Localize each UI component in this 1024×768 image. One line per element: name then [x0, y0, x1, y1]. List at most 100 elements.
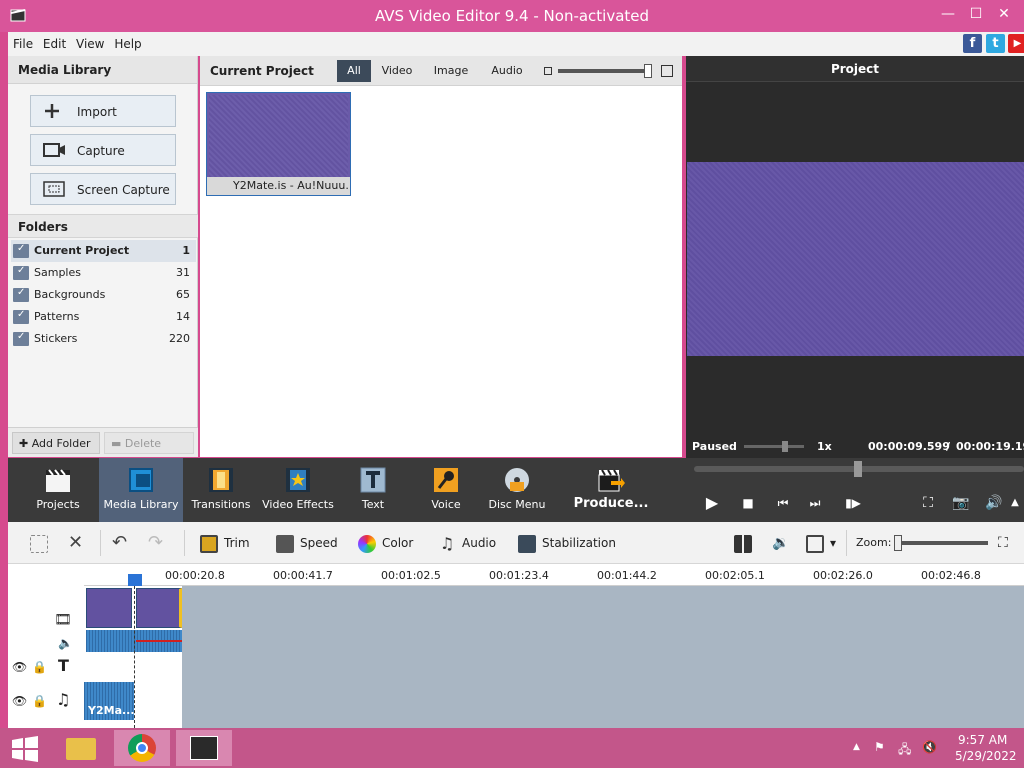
- tool-projects[interactable]: Projects: [18, 458, 98, 522]
- add-folder-button[interactable]: ✚ Add Folder: [12, 432, 100, 454]
- seek-handle[interactable]: [854, 461, 862, 477]
- play-button[interactable]: ▶: [701, 492, 723, 514]
- maximize-button[interactable]: ☐: [962, 4, 990, 24]
- filter-all-tab[interactable]: All: [337, 60, 371, 82]
- minimize-button[interactable]: —: [934, 4, 962, 24]
- mute-icon[interactable]: 🔈: [58, 636, 73, 650]
- tool-produce[interactable]: Produce...: [571, 458, 651, 522]
- twitter-icon[interactable]: t: [986, 34, 1005, 53]
- frame-step-icon[interactable]: ▮▶: [842, 492, 864, 514]
- total-time: 00:00:19.199: [956, 440, 1024, 453]
- menu-edit[interactable]: Edit: [40, 32, 69, 51]
- clock-time[interactable]: 9:57 AM: [958, 733, 1007, 747]
- clock-date[interactable]: 5/29/2022: [955, 749, 1017, 763]
- trim-button[interactable]: Trim: [200, 533, 250, 553]
- tool-media-library[interactable]: Media Library: [99, 458, 183, 522]
- eye-icon[interactable]: 👁: [12, 660, 27, 674]
- video-clip[interactable]: [86, 588, 132, 628]
- volume-slider[interactable]: [744, 441, 804, 452]
- thumb-large-icon[interactable]: [661, 65, 673, 77]
- speed-button[interactable]: Speed: [276, 533, 338, 553]
- ruler-tick: 00:02:46.8: [921, 569, 981, 582]
- zoom-handle[interactable]: [894, 535, 902, 551]
- video-track-icon: 🎞: [54, 612, 72, 628]
- redo-icon[interactable]: ↷: [148, 533, 163, 553]
- folder-current-project[interactable]: Current Project 1: [11, 240, 196, 262]
- storyboard-view-icon[interactable]: [30, 533, 54, 553]
- youtube-icon[interactable]: ▶: [1008, 34, 1024, 53]
- timeline-tracks[interactable]: Y2Ma...: [84, 586, 1024, 728]
- trim-icon: [200, 534, 218, 553]
- video-effects-icon: [286, 468, 310, 492]
- stabilization-label: Stabilization: [542, 536, 616, 550]
- tray-show-hidden-icon[interactable]: ▲: [853, 742, 860, 752]
- tool-text[interactable]: Text: [333, 458, 413, 522]
- color-button[interactable]: Color: [358, 533, 413, 553]
- fit-timeline-icon[interactable]: ⛶: [998, 533, 1008, 553]
- undo-icon[interactable]: ↶: [112, 533, 127, 553]
- folder-count: 220: [169, 332, 190, 345]
- windows-start-icon[interactable]: [0, 730, 50, 766]
- menu-file[interactable]: File: [10, 32, 36, 51]
- eye-icon[interactable]: 👁: [12, 694, 27, 708]
- playhead-marker[interactable]: [128, 574, 142, 586]
- screen-capture-icon: [43, 181, 65, 197]
- video-clip[interactable]: [136, 588, 182, 628]
- stop-button[interactable]: ■: [737, 492, 759, 514]
- capture-button[interactable]: Capture: [30, 134, 176, 166]
- folder-icon: [13, 331, 29, 346]
- seek-bar[interactable]: [694, 461, 1024, 477]
- folder-icon: [13, 287, 29, 302]
- snapshot-camera-icon[interactable]: 📷: [950, 492, 972, 514]
- menu-view[interactable]: View: [73, 32, 107, 51]
- zoom-slider[interactable]: [894, 535, 988, 551]
- tool-voice[interactable]: Voice: [406, 458, 486, 522]
- previous-frame-button[interactable]: ⏮: [772, 492, 794, 514]
- folder-backgrounds[interactable]: Backgrounds 65: [11, 284, 196, 306]
- lock-icon[interactable]: 🔒: [32, 694, 47, 708]
- lock-icon[interactable]: 🔒: [32, 660, 47, 674]
- playback-speed[interactable]: 1x: [817, 440, 832, 453]
- thumb-size-slider[interactable]: [558, 64, 652, 78]
- file-explorer-icon[interactable]: [52, 730, 108, 766]
- avs-taskbar-icon[interactable]: [176, 730, 232, 766]
- speaker-muted-icon[interactable]: 🔇: [922, 740, 937, 754]
- filter-video-tab[interactable]: Video: [376, 60, 418, 82]
- delete-folder-button[interactable]: ▬ Delete Folder: [104, 432, 194, 472]
- thumb-size-handle[interactable]: [644, 64, 652, 78]
- filter-audio-tab[interactable]: Audio: [486, 60, 528, 82]
- folder-patterns[interactable]: Patterns 14: [11, 306, 196, 328]
- edit-toolbar: ✕ ↶ ↷ Trim Speed Color ♫ Audio Stabilizat…: [8, 522, 1024, 564]
- stabilization-button[interactable]: Stabilization: [518, 533, 616, 553]
- network-icon[interactable]: 🖧: [898, 740, 911, 761]
- filter-image-tab[interactable]: Image: [428, 60, 474, 82]
- import-button[interactable]: Import: [30, 95, 176, 127]
- more-arrow-icon[interactable]: ▲: [1008, 492, 1022, 514]
- tool-disc-menu[interactable]: Disc Menu: [477, 458, 557, 522]
- audio-mixer-icon[interactable]: 🔉: [772, 533, 789, 553]
- tool-video-effects[interactable]: Video Effects: [258, 458, 338, 522]
- close-button[interactable]: ✕: [990, 4, 1018, 24]
- aspect-ratio-dropdown[interactable]: ▾: [806, 533, 836, 553]
- tool-transitions[interactable]: Transitions: [181, 458, 261, 522]
- trim-label: Trim: [224, 536, 250, 550]
- color-label: Color: [382, 536, 414, 550]
- menu-help[interactable]: Help: [111, 32, 144, 51]
- action-center-flag-icon[interactable]: ⚑: [874, 740, 885, 754]
- facebook-icon[interactable]: f: [963, 34, 982, 53]
- screen-capture-button[interactable]: Screen Capture: [30, 173, 176, 205]
- split-icon[interactable]: [734, 533, 758, 553]
- next-frame-button[interactable]: ⏭: [804, 492, 826, 514]
- volume-icon[interactable]: 🔊: [983, 492, 1005, 514]
- delete-x-icon[interactable]: ✕: [68, 533, 83, 553]
- timeline-ruler[interactable]: 00:00:20.8 00:00:41.7 00:01:02.5 00:01:2…: [84, 564, 1024, 586]
- ruler-tick: 00:01:44.2: [597, 569, 657, 582]
- folder-stickers[interactable]: Stickers 220: [11, 328, 196, 350]
- folder-samples[interactable]: Samples 31: [11, 262, 196, 284]
- media-item-thumbnail[interactable]: Y2Mate.is - Au!Nuuu...: [206, 92, 351, 196]
- fullscreen-icon[interactable]: ⛶: [917, 492, 939, 514]
- audio-button[interactable]: ♫ Audio: [438, 533, 496, 553]
- volume-handle[interactable]: [782, 441, 788, 452]
- thumb-small-icon[interactable]: [544, 67, 552, 75]
- chrome-icon[interactable]: [114, 730, 170, 766]
